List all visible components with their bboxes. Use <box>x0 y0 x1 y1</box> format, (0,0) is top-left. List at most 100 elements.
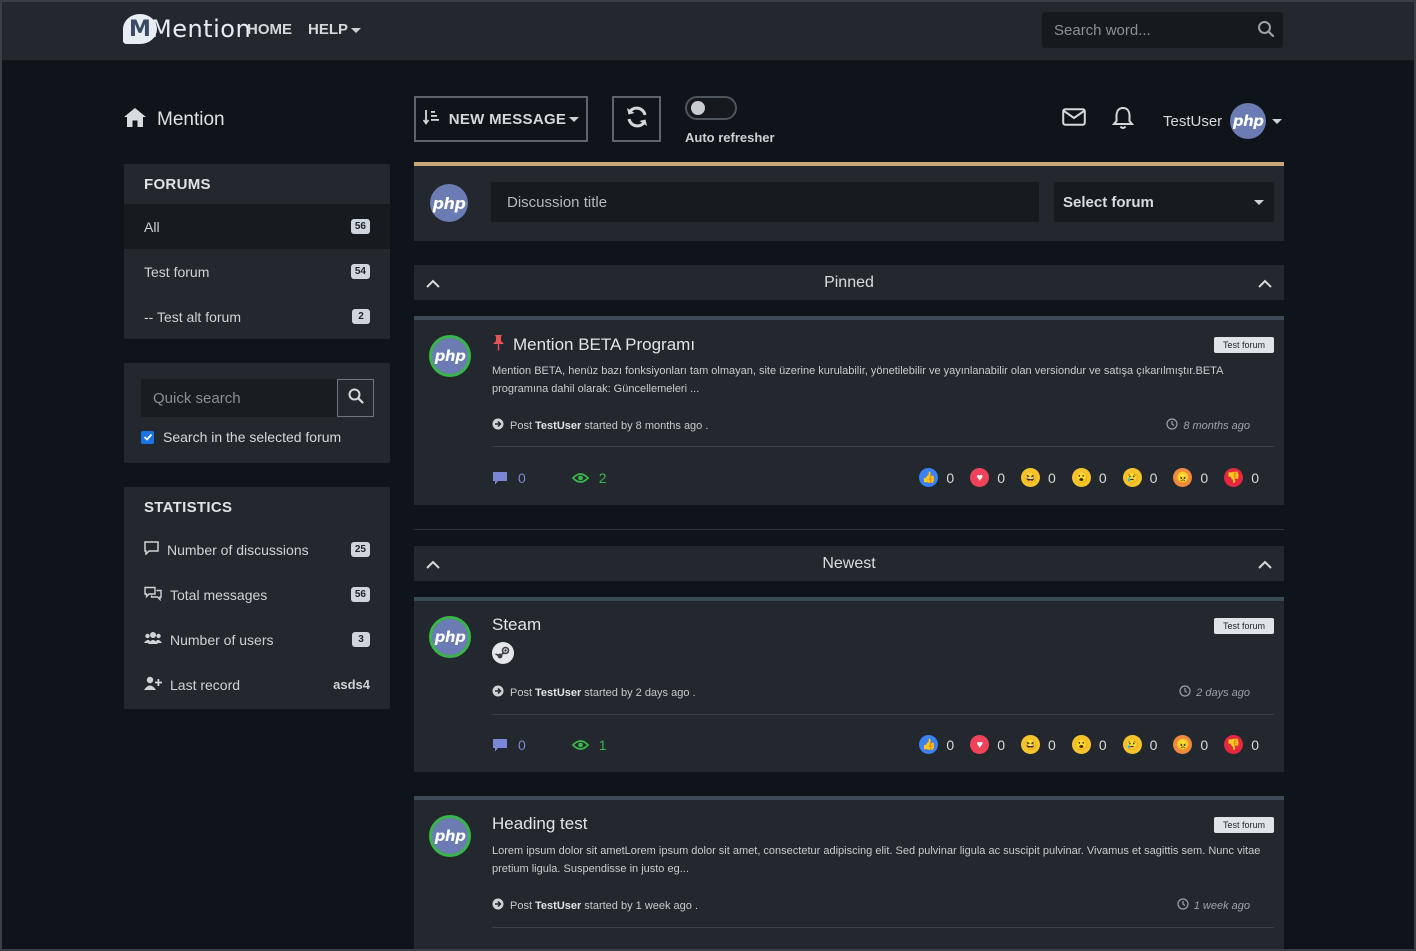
reaction-count: 0 <box>946 469 955 486</box>
stat-badge: 25 <box>350 542 370 557</box>
statistics-header: STATISTICS <box>144 498 233 516</box>
reaction-love[interactable]: ♥ 0 <box>970 468 1005 487</box>
reaction-sad[interactable]: 😢 0 <box>1122 735 1158 754</box>
reaction-count: 0 <box>1251 736 1259 753</box>
quick-search-button[interactable] <box>337 379 374 417</box>
refresh-icon <box>625 105 649 134</box>
stat-label: Number of discussions <box>167 541 309 558</box>
search-icon[interactable] <box>1257 20 1275 43</box>
surprised-face-icon: 😮 <box>1071 468 1091 487</box>
reaction-angry[interactable]: 😠 0 <box>1173 468 1208 487</box>
search-selected-forum-checkbox[interactable]: Search in the selected forum <box>141 429 390 445</box>
logo[interactable]: M Mention <box>123 12 251 46</box>
user-avatar: php <box>1230 103 1267 139</box>
pin-icon <box>492 334 505 356</box>
chevron-up-icon[interactable] <box>1258 557 1272 575</box>
discussion-card[interactable]: php Steam Test forum Post TestUser start… <box>414 597 1284 772</box>
discussion-title[interactable]: Heading test <box>492 814 587 834</box>
discussion-card[interactable]: php Heading test Test forum Lorem ipsum … <box>414 796 1284 951</box>
reaction-haha[interactable]: 😆 0 <box>1021 468 1056 487</box>
checkmark-icon <box>141 430 154 444</box>
forum-count-badge: 56 <box>350 219 370 234</box>
reaction-sad[interactable]: 😢 0 <box>1122 468 1157 487</box>
meta-suffix: started by 1 week ago . <box>584 899 699 912</box>
reaction-dislike[interactable]: 👎 0 <box>1224 735 1259 754</box>
reaction-angry[interactable]: 😠 0 <box>1173 735 1208 754</box>
discussion-excerpt: Lorem ipsum dolor sit ametLorem ipsum do… <box>492 845 1261 875</box>
clock-icon <box>1177 898 1194 913</box>
reaction-count: 0 <box>1149 736 1158 753</box>
top-search-input[interactable] <box>1042 21 1242 39</box>
chevron-up-icon[interactable] <box>426 276 440 294</box>
caret-down-icon <box>569 116 580 122</box>
auto-refresher-toggle[interactable] <box>685 96 737 120</box>
discussion-excerpt: Mention BETA, henüz bazı fonksiyonları t… <box>492 365 1223 395</box>
reaction-love[interactable]: ♥ 0 <box>970 735 1005 754</box>
chevron-up-icon[interactable] <box>1258 276 1272 294</box>
discussion-meta: Post TestUser started by 8 months ago . <box>492 418 708 433</box>
new-message-button[interactable]: NEW MESSAGE <box>414 96 588 142</box>
refresh-button[interactable] <box>612 96 661 142</box>
author-name[interactable]: TestUser <box>535 900 581 912</box>
envelope-icon[interactable] <box>1062 108 1086 131</box>
reaction-count: 0 <box>1098 469 1107 486</box>
nav-help-dropdown[interactable]: HELP <box>308 21 362 38</box>
quick-search-box <box>141 379 374 417</box>
search-selected-forum-label: Search in the selected forum <box>163 429 342 445</box>
comments-count-value: 0 <box>518 737 526 753</box>
discussion-card[interactable]: php Mention BETA Programı Test forum Men… <box>414 316 1284 505</box>
views-count-value: 2 <box>598 470 607 486</box>
thumbs-up-icon: 👍 <box>919 468 939 487</box>
reaction-count: 0 <box>1048 736 1056 753</box>
reaction-dislike[interactable]: 👎 0 <box>1224 468 1259 487</box>
stat-total-messages: Total messages 56 <box>124 572 390 617</box>
user-menu[interactable]: TestUser php <box>1163 103 1283 139</box>
forum-tag[interactable]: Test forum <box>1213 337 1274 353</box>
discussion-title-input[interactable] <box>491 182 1039 222</box>
forum-item-all[interactable]: All 56 <box>124 204 390 249</box>
views-count: 2 <box>571 470 607 486</box>
time-ago: 8 months ago <box>1166 418 1250 433</box>
arrow-circle-right-icon <box>492 418 510 433</box>
quick-search-input[interactable] <box>141 379 337 417</box>
forum-item-test-alt-forum[interactable]: -- Test alt forum 2 <box>124 294 390 339</box>
stat-last-record: Last record asds4 <box>124 662 390 707</box>
reaction-like[interactable]: 👍 0 <box>919 468 954 487</box>
sort-icon <box>422 109 449 129</box>
comments-count[interactable]: 0 <box>492 470 526 486</box>
reactions-bar: 👍 0 ♥ 0 😆 0 😮 0 😢 0 😠 0 👎 0 <box>903 468 1259 487</box>
sidebar-title[interactable]: Mention <box>123 106 225 134</box>
discussion-title[interactable]: Mention BETA Programı <box>492 334 695 356</box>
comments-icon <box>144 586 170 604</box>
forum-tag[interactable]: Test forum <box>1213 618 1274 634</box>
author-name[interactable]: TestUser <box>535 420 581 432</box>
heart-icon: ♥ <box>970 468 990 487</box>
chevron-up-icon[interactable] <box>426 557 440 575</box>
stat-discussions: Number of discussions 25 <box>124 527 390 572</box>
sad-face-icon: 😢 <box>1122 468 1142 487</box>
time-ago: 1 week ago <box>1177 898 1250 913</box>
reaction-wow[interactable]: 😮 0 <box>1071 735 1107 754</box>
discussion-title[interactable]: Steam <box>492 615 541 635</box>
pinned-section-header[interactable]: Pinned <box>414 265 1284 300</box>
comments-count[interactable]: 0 <box>492 737 526 753</box>
nav-home-link[interactable]: HOME <box>247 21 292 38</box>
bell-icon[interactable] <box>1111 106 1135 135</box>
stat-label: Number of users <box>170 631 274 648</box>
reaction-like[interactable]: 👍 0 <box>919 735 954 754</box>
forum-item-test-forum[interactable]: Test forum 54 <box>124 249 390 294</box>
steam-icon <box>492 642 514 664</box>
newest-section-header[interactable]: Newest <box>414 546 1284 581</box>
reaction-wow[interactable]: 😮 0 <box>1071 468 1107 487</box>
users-icon <box>144 631 170 648</box>
reaction-count: 0 <box>1200 736 1209 753</box>
select-forum-dropdown[interactable]: Select forum <box>1054 182 1274 222</box>
author-name[interactable]: TestUser <box>535 687 581 699</box>
stat-badge: 3 <box>352 632 370 647</box>
time-ago-text: 2 days ago <box>1196 686 1250 699</box>
sad-face-icon: 😢 <box>1122 735 1142 754</box>
reaction-haha[interactable]: 😆 0 <box>1021 735 1056 754</box>
heart-icon: ♥ <box>970 735 990 754</box>
divider <box>492 927 1274 928</box>
forum-tag[interactable]: Test forum <box>1213 817 1274 833</box>
